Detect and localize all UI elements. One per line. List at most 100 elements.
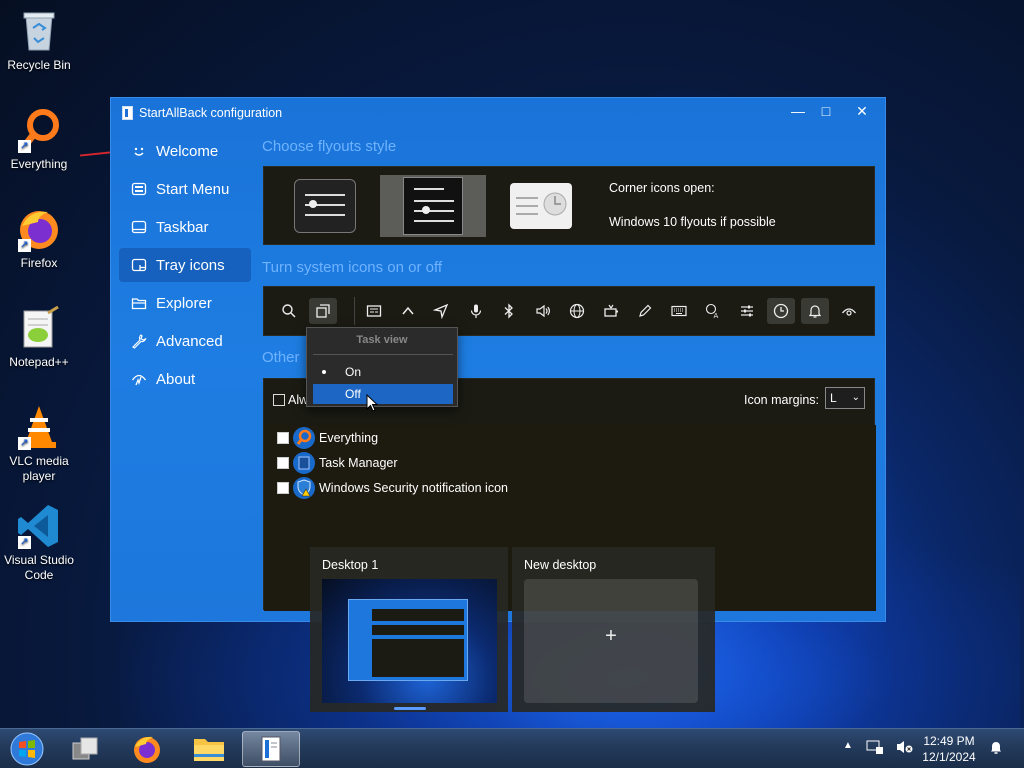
wrench-icon: [130, 332, 148, 350]
win10-flyout-preview-icon: [403, 177, 463, 235]
globe-icon: [569, 303, 585, 319]
taskbar-firefox[interactable]: [118, 731, 176, 767]
menu-item-off[interactable]: Off: [313, 384, 453, 404]
icon-margins-select[interactable]: L ⌄: [825, 387, 865, 409]
menu-item-label: On: [345, 365, 362, 379]
sidebar-nav: Welcome Start Menu Taskbar Tray icons Ex…: [119, 134, 251, 400]
sidebar-item-label: Start Menu: [156, 180, 230, 198]
desktop-icon-label: Recycle Bin: [7, 58, 71, 72]
app-checkbox[interactable]: [277, 482, 289, 494]
bluetooth-tray-toggle[interactable]: [495, 298, 523, 324]
menu-item-label: Off: [345, 387, 361, 401]
volume-muted-icon[interactable]: [896, 739, 914, 758]
news-tray-toggle[interactable]: [360, 298, 388, 324]
window-title: StartAllBack configuration: [139, 106, 283, 120]
clock-date: 12/1/2024: [922, 750, 976, 764]
network-status-icon[interactable]: [866, 739, 884, 758]
always-checkbox-row[interactable]: Alw: [273, 393, 308, 407]
sidebar-item-label: Tray icons: [156, 256, 225, 274]
titlebar[interactable]: StartAllBack configuration — □ ✕: [111, 98, 885, 128]
flyout-style-win10-option[interactable]: [380, 175, 486, 237]
microphone-icon: [470, 304, 482, 318]
flyout-style-win11-option[interactable]: [272, 175, 378, 237]
volume-icon: [536, 304, 550, 318]
search-tray-toggle[interactable]: [275, 298, 303, 324]
desktop-icon-vlc[interactable]: ↗ VLC media player: [0, 404, 78, 484]
sidebar-item-about[interactable]: About: [119, 362, 251, 396]
bluetooth-icon: [504, 303, 513, 319]
about-icon: [130, 370, 148, 388]
task-view-new-desktop[interactable]: New desktop +: [512, 547, 715, 712]
everything-icon: [293, 427, 315, 449]
menu-item-on[interactable]: On: [313, 362, 453, 382]
app-label: Windows Security notification icon: [319, 481, 508, 495]
clock-tray-toggle[interactable]: [767, 298, 795, 324]
tray-icon: [130, 256, 148, 274]
list-item[interactable]: Task Manager: [277, 452, 398, 474]
sidebar-item-start-menu[interactable]: Start Menu: [119, 172, 251, 206]
windows-orb-icon: [10, 732, 44, 766]
desktop-icon-notepad-plus-plus[interactable]: Notepad++: [0, 305, 78, 370]
language-tray-toggle[interactable]: A: [699, 298, 727, 324]
desktop-icon-firefox[interactable]: ↗ Firefox: [0, 206, 78, 271]
pen-tray-toggle[interactable]: [631, 298, 659, 324]
corner-icons-value[interactable]: Windows 10 flyouts if possible: [609, 215, 776, 229]
red-stroke-decoration: [79, 151, 111, 157]
microphone-tray-toggle[interactable]: [462, 298, 490, 324]
app-label: Everything: [319, 431, 379, 445]
start-button[interactable]: [0, 731, 54, 767]
app-checkbox[interactable]: [277, 432, 289, 444]
app-checkbox[interactable]: [277, 457, 289, 469]
firefox-icon: ↗: [16, 206, 62, 252]
show-hidden-icons-chevron-icon[interactable]: ▲: [843, 740, 853, 751]
location-tray-toggle[interactable]: [427, 298, 455, 324]
sidebar-item-label: Welcome: [156, 142, 219, 160]
task-view-context-menu: Task view On Off: [306, 327, 458, 407]
sliders-icon: [741, 305, 753, 317]
list-item[interactable]: Everything: [277, 427, 378, 449]
power-plug-icon: [604, 304, 618, 317]
shortcut-arrow-icon: ↗: [18, 437, 31, 450]
taskbar-startallback[interactable]: [242, 731, 300, 767]
flyout-style-win7-option[interactable]: [488, 175, 594, 237]
desktop-icon-vscode[interactable]: ↗ Visual Studio Code: [0, 503, 78, 583]
startallback-app-icon: [122, 106, 133, 120]
desktop-icon-recycle-bin[interactable]: Recycle Bin: [0, 8, 78, 73]
sidebar-item-label: Taskbar: [156, 218, 209, 236]
keyboard-tray-toggle[interactable]: [665, 298, 693, 324]
task-view-tray-toggle[interactable]: [309, 298, 337, 324]
notifications-tray-toggle[interactable]: [801, 298, 829, 324]
sidebar-item-welcome[interactable]: Welcome: [119, 134, 251, 168]
icon-margins-value: L: [830, 391, 837, 405]
close-button[interactable]: ✕: [843, 100, 881, 122]
overflow-tray-toggle[interactable]: [394, 298, 422, 324]
visibility-tray-toggle[interactable]: [835, 298, 863, 324]
task-view-scroll-indicator[interactable]: [394, 707, 426, 710]
task-view-desktop-1[interactable]: Desktop 1: [310, 547, 508, 712]
sidebar-item-explorer[interactable]: Explorer: [119, 286, 251, 320]
taskbar-file-explorer[interactable]: [180, 731, 238, 767]
maximize-button[interactable]: □: [807, 100, 845, 122]
settings-tray-toggle[interactable]: [733, 298, 761, 324]
volume-tray-toggle[interactable]: [529, 298, 557, 324]
always-checkbox[interactable]: [273, 394, 285, 406]
system-clock[interactable]: 12:49 PM 12/1/2024: [914, 733, 984, 765]
sidebar-item-tray-icons[interactable]: Tray icons: [119, 248, 251, 282]
win11-flyout-preview-icon: [294, 179, 356, 233]
win7-flyout-preview-icon: [510, 183, 572, 229]
notepad-plus-plus-icon: [16, 305, 62, 351]
flyouts-panel: Corner icons open: Windows 10 flyouts if…: [263, 166, 875, 245]
taskbar-task-view-button[interactable]: [56, 731, 114, 767]
notifications-bell-icon[interactable]: [988, 739, 1004, 758]
desktop-icon-everything[interactable]: ↗ Everything: [0, 107, 78, 172]
desktop-1-thumbnail: [322, 579, 497, 703]
new-desktop-tile[interactable]: +: [524, 579, 698, 703]
sidebar-item-taskbar[interactable]: Taskbar: [119, 210, 251, 244]
power-tray-toggle[interactable]: [597, 298, 625, 324]
eye-icon: [841, 308, 857, 316]
new-desktop-title: New desktop: [524, 558, 597, 572]
sidebar-item-advanced[interactable]: Advanced: [119, 324, 251, 358]
network-tray-toggle[interactable]: [563, 298, 591, 324]
chevron-up-icon: [402, 306, 414, 315]
list-item[interactable]: Windows Security notification icon: [277, 477, 508, 499]
